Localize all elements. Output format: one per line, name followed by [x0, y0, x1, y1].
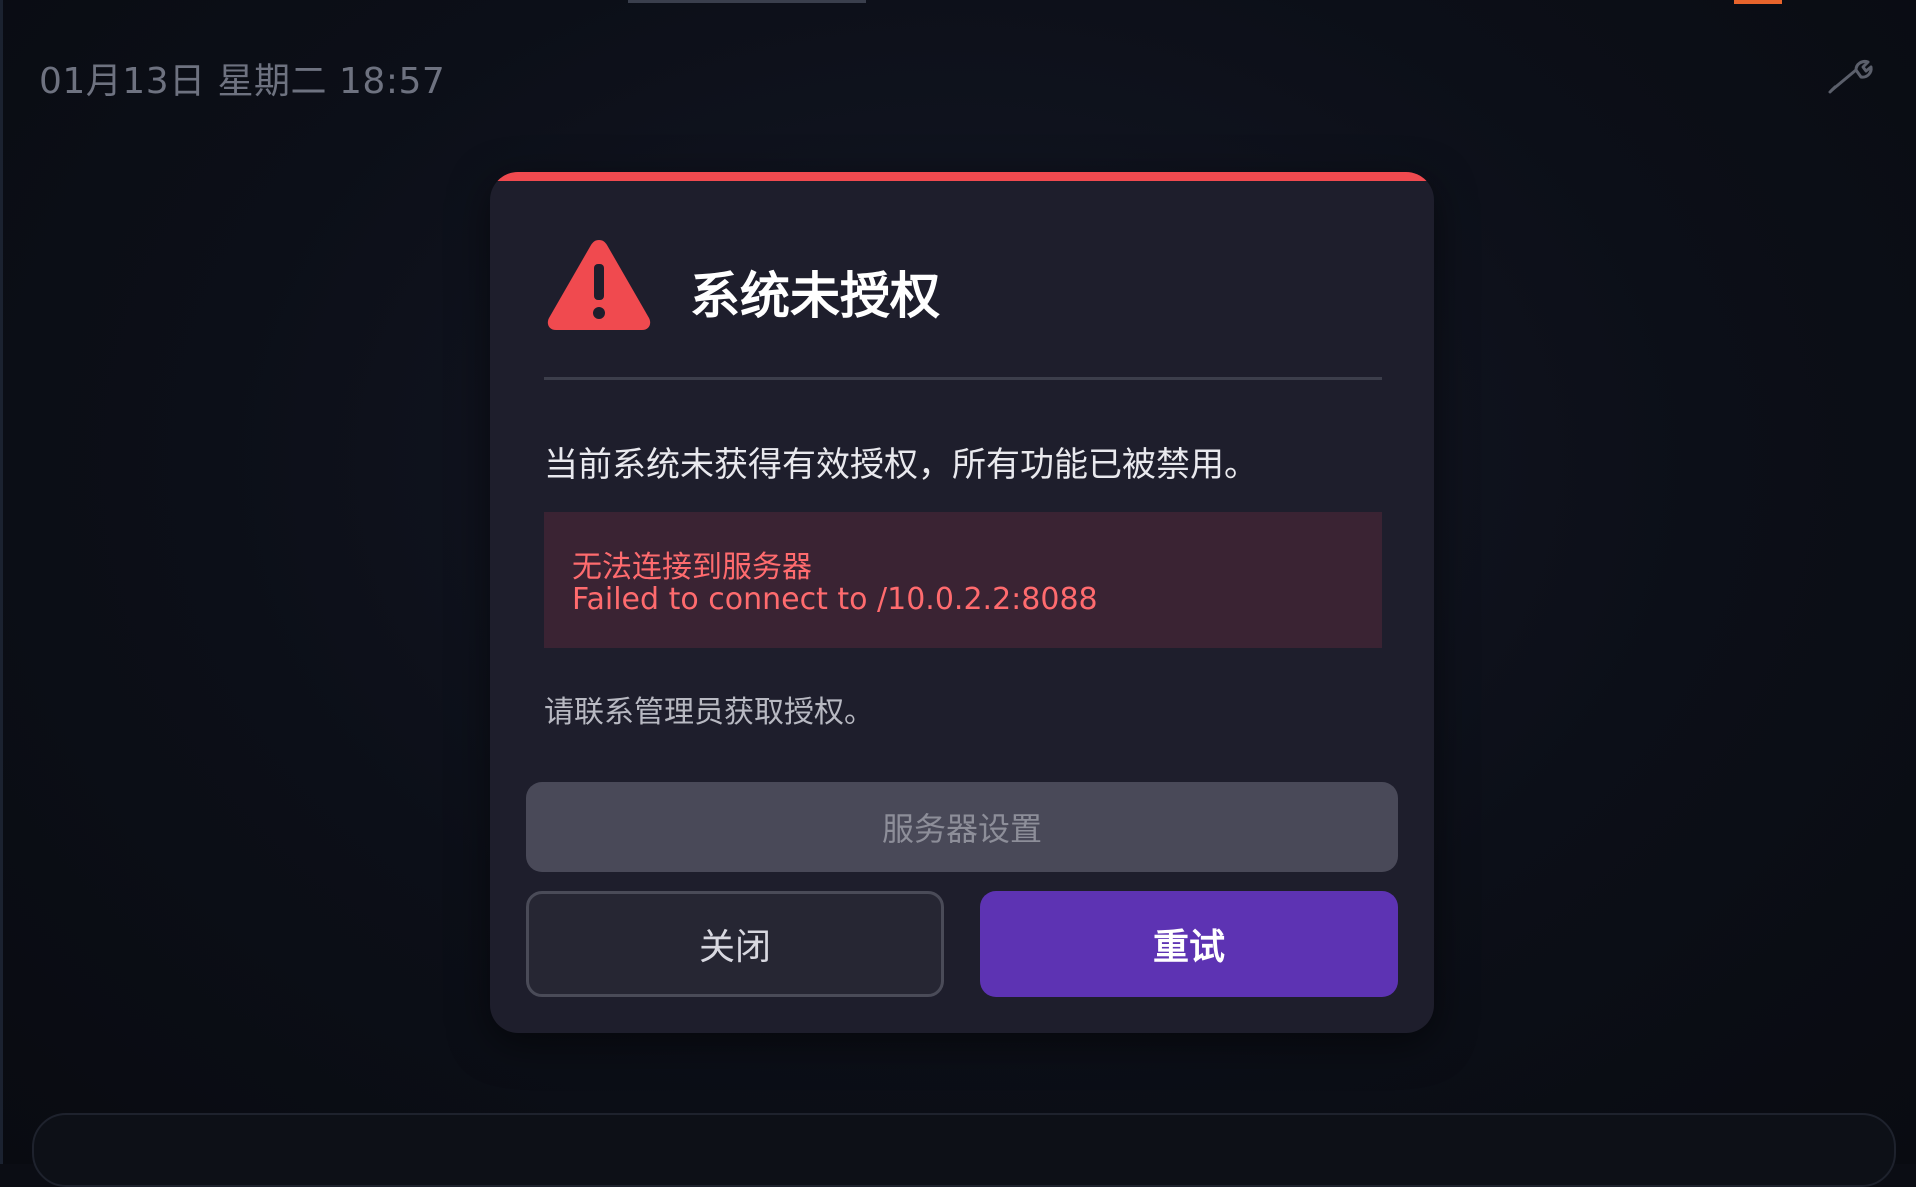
top-tab-indicator — [628, 0, 866, 3]
top-accent-indicator — [1734, 0, 1782, 4]
close-button[interactable]: 关闭 — [526, 891, 944, 997]
bottom-navigation-bar — [32, 1113, 1896, 1187]
error-box: 无法连接到服务器 Failed to connect to /10.0.2.2:… — [544, 512, 1382, 648]
error-title: 无法连接到服务器 — [572, 550, 812, 585]
left-edge-strip — [0, 0, 3, 1164]
dialog-title: 系统未授权 — [690, 267, 940, 325]
title-divider — [544, 377, 1382, 380]
dialog-alert-bar — [490, 172, 1434, 181]
retry-button[interactable]: 重试 — [980, 891, 1398, 997]
warning-triangle-icon — [544, 234, 654, 334]
server-settings-button[interactable]: 服务器设置 — [526, 782, 1398, 872]
contact-admin-hint: 请联系管理员获取授权。 — [544, 695, 874, 730]
wrench-icon[interactable] — [1826, 56, 1876, 96]
unauthorized-dialog: 系统未授权 当前系统未获得有效授权，所有功能已被禁用。 无法连接到服务器 Fai… — [490, 172, 1434, 1033]
error-detail: Failed to connect to /10.0.2.2:8088 — [572, 582, 1098, 617]
dialog-message: 当前系统未获得有效授权，所有功能已被禁用。 — [544, 445, 1258, 485]
datetime-label: 01月13日 星期二 18:57 — [39, 61, 446, 102]
